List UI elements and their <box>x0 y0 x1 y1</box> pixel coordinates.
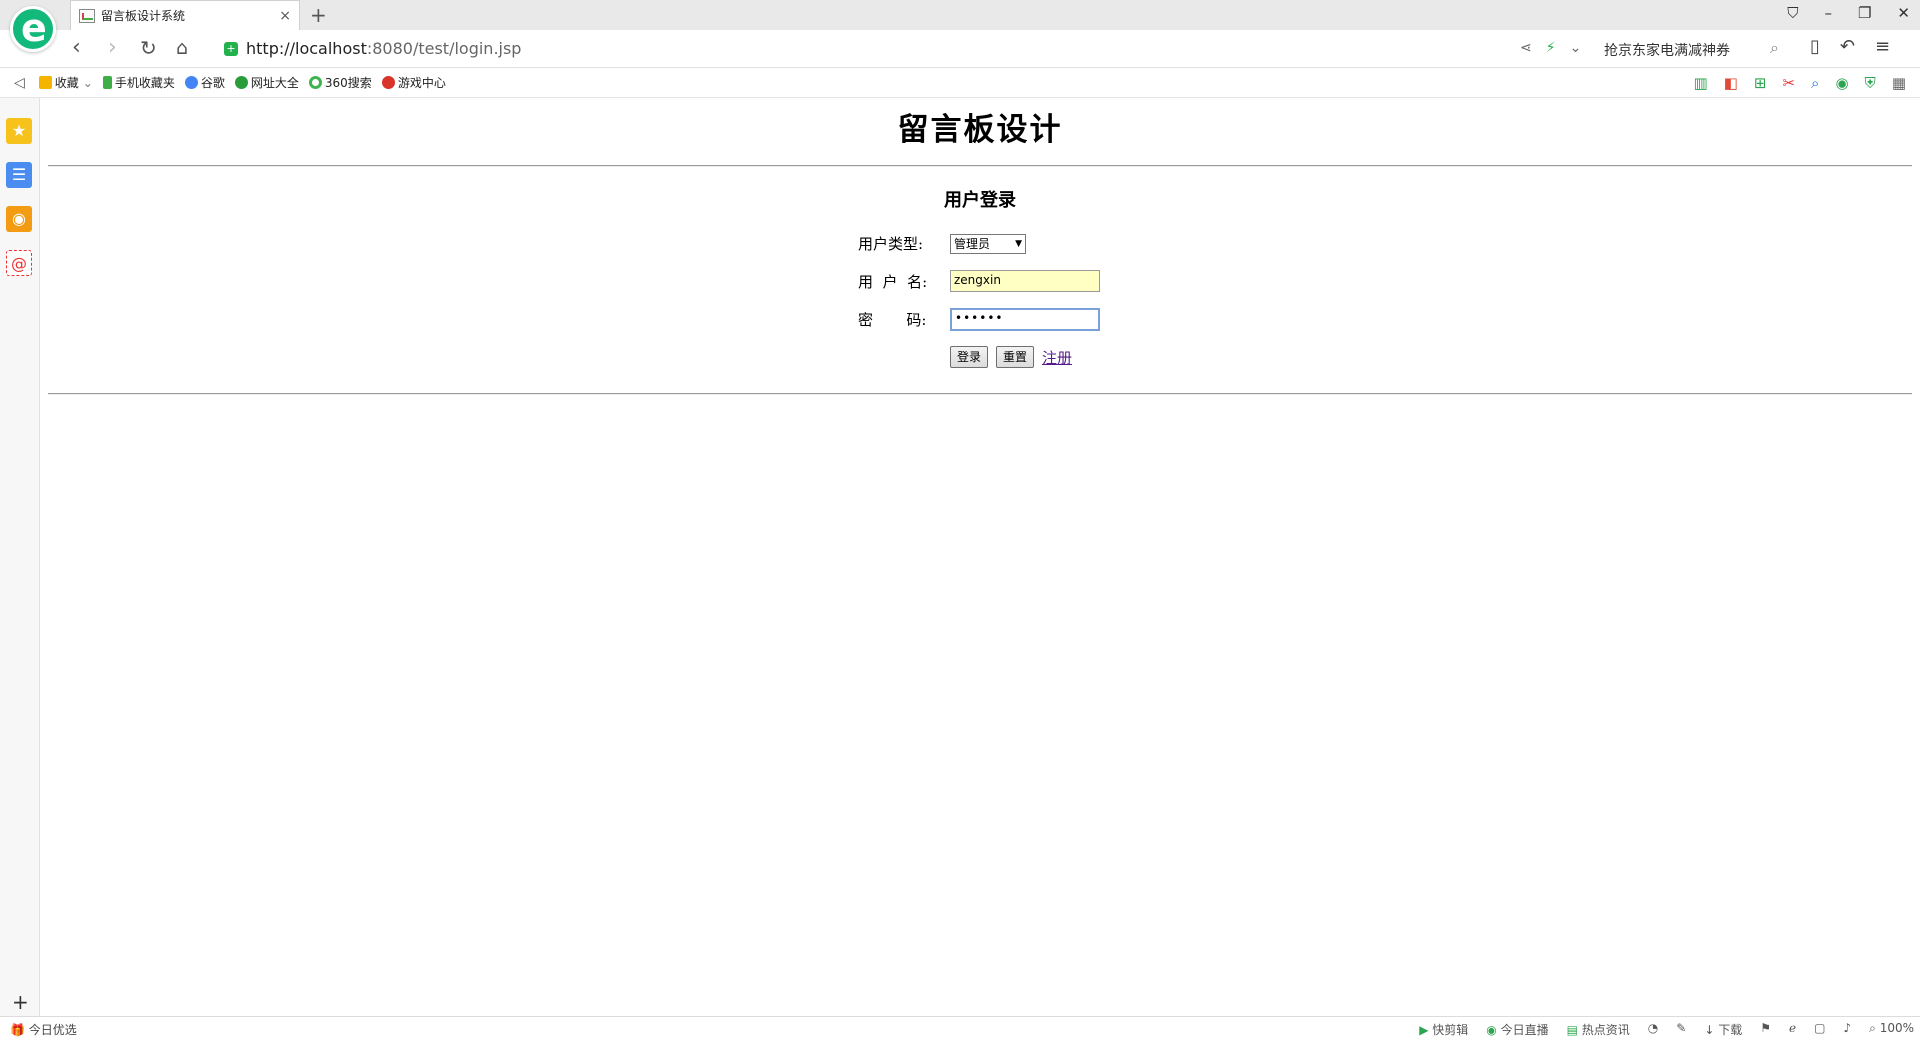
favorites-star-icon[interactable]: ★ <box>6 118 32 144</box>
select-arrow-icon: ▼ <box>1015 238 1022 249</box>
address-bar: ‹ › ↻ ⌂ + http://localhost:8080/test/log… <box>0 30 1920 68</box>
sidebar-toggle-icon[interactable]: ◁ <box>14 75 25 91</box>
gift-icon: 🎁 <box>10 1023 25 1037</box>
sidebar-add-icon[interactable]: + <box>12 990 29 1014</box>
left-sidebar: ★ ☰ ◉ @ + <box>0 98 40 1016</box>
skin-icon[interactable]: ⛉ <box>1787 4 1798 22</box>
status-item[interactable]: ▤ 热点资讯 <box>1567 1021 1630 1038</box>
reader-list-icon[interactable]: ☰ <box>6 162 32 188</box>
secure-shield-icon: + <box>224 41 238 56</box>
back-icon[interactable]: ‹ <box>72 36 81 60</box>
divider-bottom <box>48 393 1912 395</box>
video-clip-icon: ▶ <box>1419 1023 1429 1037</box>
search-box[interactable]: 抢京东家电满减神券 <box>1604 40 1730 60</box>
zoom-level[interactable]: ⌕ 100% <box>1869 1021 1914 1038</box>
tab-close-icon[interactable]: × <box>279 8 291 24</box>
bookmark-item[interactable]: 谷歌 <box>184 74 225 91</box>
password-row: 密 码: •••••• <box>858 308 1100 331</box>
status-actions: ▶ 快剪辑 ◉ 今日直播 ▤ 热点资讯 ◔ ✎ ↓ 下载 ⚑ ℯ ▢ ♪ ⌕ 1… <box>1419 1021 1914 1038</box>
restore-icon[interactable]: ❐ <box>1858 4 1871 22</box>
window-icon[interactable]: ▢ <box>1814 1021 1825 1038</box>
page-content: 留言板设计 用户登录 用户类型: 管理员 ▼ 用 户 名: zengxin 密 … <box>40 98 1920 1016</box>
login-heading: 用户登录 <box>944 190 1016 211</box>
url-host: http://localhost <box>246 39 367 58</box>
star-icon <box>38 76 52 89</box>
bookmarks-bar: ◁ 收藏 ⌄ 手机收藏夹 谷歌 网址大全 360搜索 游戏中心 ▥ ◧ ⊞ ✂ ⌕… <box>0 68 1920 98</box>
page-title: 留言板设计 <box>897 112 1063 148</box>
ie-mode-icon[interactable]: ℯ <box>1789 1021 1796 1038</box>
address-actions: ⋖ ⚡ ⌄ <box>1520 40 1581 56</box>
password-input[interactable]: •••••• <box>950 308 1100 331</box>
pin-icon[interactable]: ✎ <box>1676 1021 1686 1038</box>
new-tab-button[interactable]: + <box>310 3 327 27</box>
speed-mode-icon[interactable]: ⚡ <box>1546 40 1556 56</box>
weibo-icon[interactable]: ◉ <box>6 206 32 232</box>
username-input[interactable]: zengxin <box>950 270 1100 292</box>
status-item[interactable]: ▶ 快剪辑 <box>1419 1021 1468 1038</box>
form-actions: 登录 重置 注册 <box>950 346 1072 368</box>
browser-logo-icon[interactable]: e <box>10 6 56 52</box>
forward-icon[interactable]: › <box>108 36 117 60</box>
divider-top <box>48 165 1912 167</box>
password-label: 密 码: <box>858 311 927 329</box>
menu-icon[interactable]: ≡ <box>1875 36 1890 57</box>
flag-icon[interactable]: ⚑ <box>1760 1021 1771 1038</box>
status-promo[interactable]: 🎁 今日优选 <box>10 1021 77 1038</box>
scissors-icon[interactable]: ✂ <box>1782 74 1795 92</box>
login-button[interactable]: 登录 <box>950 346 989 368</box>
mail-at-icon[interactable]: @ <box>6 250 32 276</box>
register-link[interactable]: 注册 <box>1042 347 1072 368</box>
bookmark-item[interactable]: 网址大全 <box>234 74 299 91</box>
username-label: 用 户 名: <box>858 272 928 291</box>
window-controls: ⛉ – ❐ ✕ <box>1787 4 1910 22</box>
app-grid-color-icon[interactable]: ◧ <box>1724 74 1738 92</box>
game-icon <box>381 76 395 89</box>
status-item[interactable]: ↓ 下载 <box>1704 1021 1742 1038</box>
bookmark-item[interactable]: 游戏中心 <box>381 74 446 91</box>
home-icon[interactable]: ⌂ <box>176 36 188 60</box>
dropdown-chevron-icon[interactable]: ⌄ <box>1570 40 1582 56</box>
apps-icon[interactable]: ▦ <box>1892 74 1906 92</box>
zoom-icon: ⌕ <box>1869 1021 1876 1035</box>
page-favicon-icon <box>79 8 95 23</box>
magnifier-icon[interactable]: ⌕ <box>1811 74 1819 92</box>
live-icon: ◉ <box>1486 1023 1497 1037</box>
news-icon: ▤ <box>1566 1023 1578 1037</box>
user-type-select[interactable]: 管理员 ▼ <box>950 233 1026 254</box>
toolbar-right: ▯ ↶ ≡ <box>1810 36 1890 57</box>
undo-icon[interactable]: ↶ <box>1840 36 1855 57</box>
book-icon[interactable]: ▥ <box>1694 74 1708 92</box>
status-item[interactable]: ◉ 今日直播 <box>1486 1021 1548 1038</box>
tab-active[interactable]: 留言板设计系统 × <box>70 0 300 30</box>
bookmark-item[interactable]: 手机收藏夹 <box>102 74 175 91</box>
status-bar: 🎁 今日优选 ▶ 快剪辑 ◉ 今日直播 ▤ 热点资讯 ◔ ✎ ↓ 下载 ⚑ ℯ … <box>0 1016 1920 1040</box>
user-type-label: 用户类型: <box>858 235 924 253</box>
bookmark-item[interactable]: 收藏 ⌄ <box>38 74 93 91</box>
globe-icon <box>234 76 248 89</box>
refresh-icon[interactable]: ↻ <box>140 36 157 60</box>
sound-icon[interactable]: ♪ <box>1843 1021 1851 1038</box>
tab-bar: e 留言板设计系统 × + ⛉ – ❐ ✕ <box>0 0 1920 52</box>
reset-button[interactable]: 重置 <box>996 346 1035 368</box>
download-icon: ↓ <box>1704 1023 1715 1037</box>
tab-title: 留言板设计系统 <box>101 9 186 23</box>
translate-icon[interactable]: ⊞ <box>1754 74 1767 92</box>
url-field[interactable]: + http://localhost:8080/test/login.jsp <box>224 39 521 58</box>
user-type-row: 用户类型: 管理员 ▼ <box>858 233 1026 254</box>
google-icon <box>184 76 198 89</box>
search-360-icon <box>308 76 322 89</box>
share-icon[interactable]: ⋖ <box>1520 40 1532 56</box>
extension-icons: ▥ ◧ ⊞ ✂ ⌕ ◉ ⛨ ▦ <box>1694 74 1906 92</box>
username-row: 用 户 名: zengxin <box>858 270 1100 292</box>
bookmark-item[interactable]: 360搜索 <box>308 74 372 91</box>
gamepad-icon[interactable]: ◉ <box>1835 74 1848 92</box>
window-close-icon[interactable]: ✕ <box>1897 4 1910 22</box>
phone-icon <box>102 76 112 89</box>
reading-mode-icon[interactable]: ▯ <box>1810 36 1820 57</box>
minimize-icon[interactable]: – <box>1824 4 1832 22</box>
url-path: :8080/test/login.jsp <box>366 39 522 58</box>
speed-icon[interactable]: ◔ <box>1648 1021 1658 1038</box>
shield-icon[interactable]: ⛨ <box>1865 74 1876 92</box>
search-icon[interactable]: ⌕ <box>1770 38 1779 58</box>
